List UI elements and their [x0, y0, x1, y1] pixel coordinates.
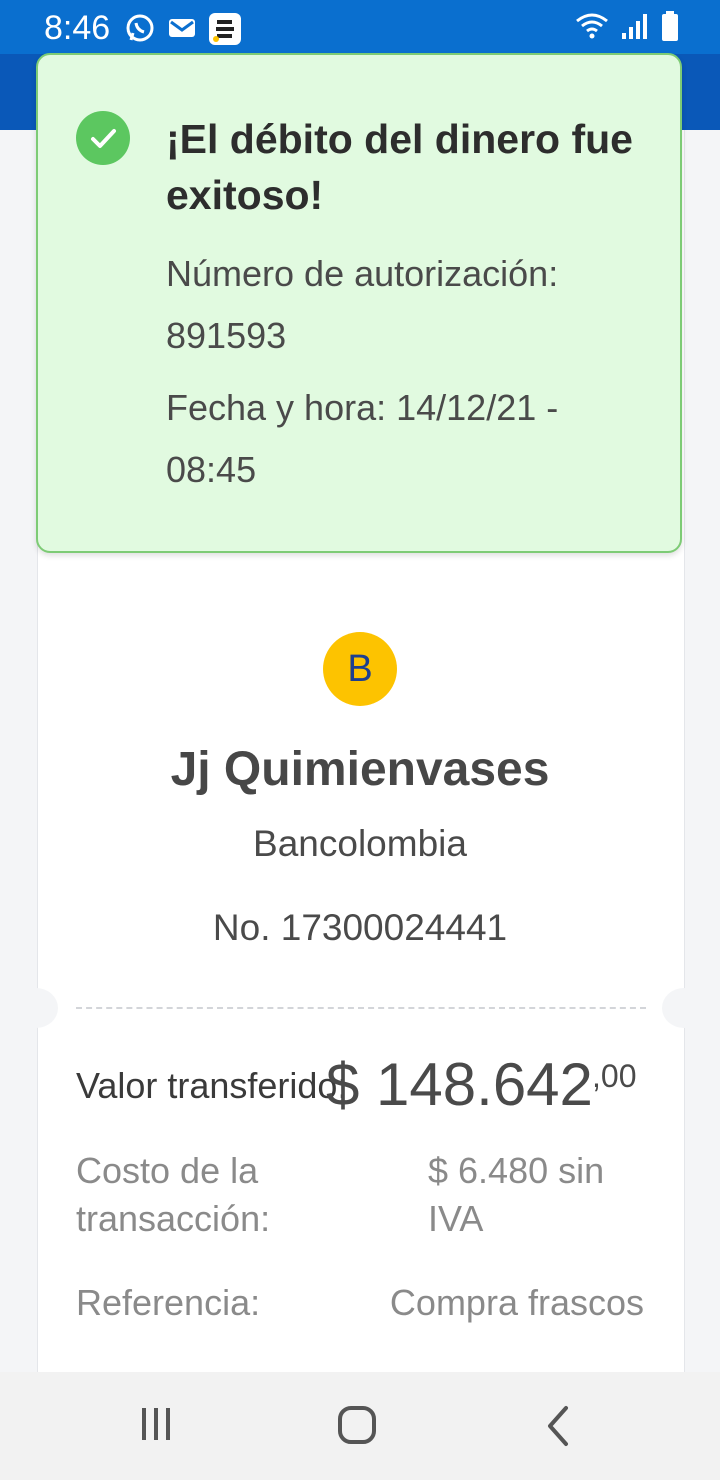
ticket-notch-right [662, 988, 706, 1028]
cost-value-line1: $ 6.480 sin [428, 1150, 605, 1191]
toast-title: ¡El débito del dinero fue exitoso! [166, 116, 633, 218]
battery-icon [660, 10, 680, 47]
amount-cents: ,00 [592, 1058, 637, 1094]
back-icon[interactable] [540, 1404, 580, 1453]
amount-label: Valor transferido: [76, 1065, 348, 1106]
datetime-line2: 08:45 [166, 449, 257, 490]
bank-logo-badge: B [323, 632, 397, 706]
cost-label-line2: transacción: [76, 1198, 271, 1239]
mail-icon [166, 12, 198, 51]
cost-value-line2: IVA [428, 1198, 484, 1239]
system-icons [574, 10, 680, 47]
notification-icons [124, 12, 242, 51]
status-bar: 8:46 [0, 0, 720, 54]
recipient-account: No. 17300024441 [212, 907, 508, 948]
datetime-line1: Fecha y hora: 14/12/21 - [166, 387, 559, 428]
recent-apps-icon[interactable] [136, 1404, 176, 1449]
status-time: 8:46 [44, 9, 111, 47]
navigation-bar [0, 1372, 720, 1480]
reference-value: Compra frascos [389, 1282, 644, 1323]
signal-icon [620, 11, 650, 46]
whatsapp-icon [124, 12, 156, 51]
reference-label: Referencia: [76, 1282, 261, 1323]
home-icon[interactable] [336, 1404, 380, 1453]
dashed-divider [76, 1007, 646, 1009]
recipient-name: Jj Quimienvases [170, 743, 550, 796]
success-toast: ¡El débito del dinero fue exitoso! Númer… [36, 53, 682, 553]
cost-label-line1: Costo de la [76, 1150, 259, 1191]
amount-value: $ 148.642 [326, 1051, 593, 1118]
ticket-notch-left [14, 988, 58, 1028]
auth-label: Número de autorización: [166, 253, 559, 294]
bancolombia-app-icon [208, 12, 242, 51]
recipient-bank: Bancolombia [253, 823, 467, 864]
wifi-icon [574, 11, 610, 46]
check-circle-icon [76, 111, 130, 165]
auth-number: 891593 [166, 315, 287, 356]
